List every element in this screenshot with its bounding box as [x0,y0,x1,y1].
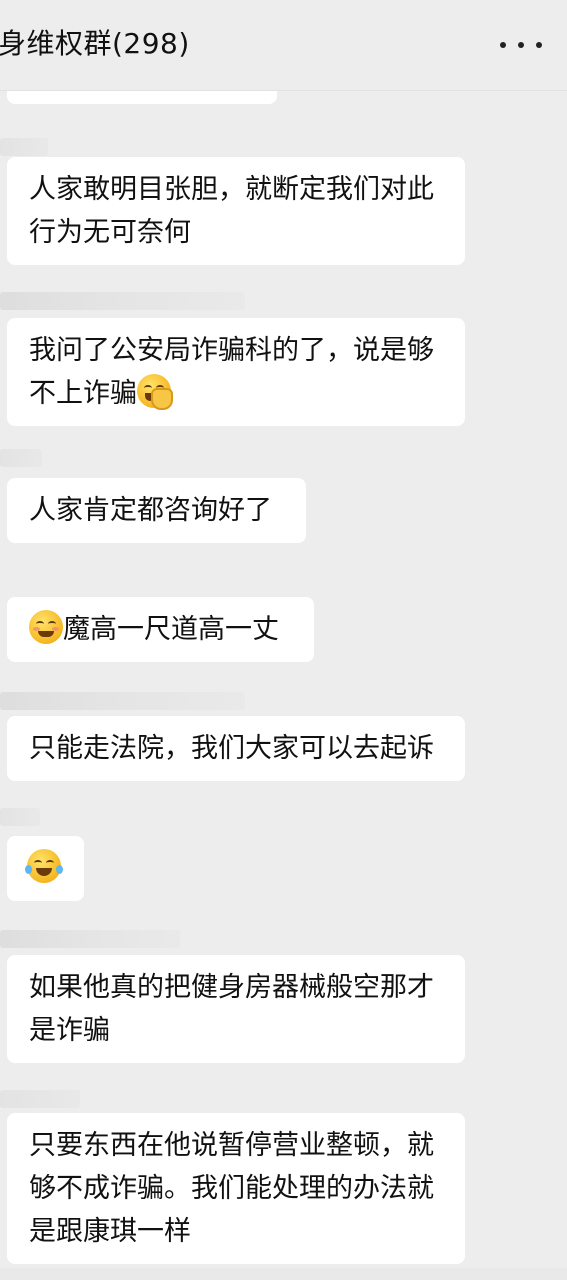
message-line: 行为无可奈何 [29,217,191,248]
message-line: 人家敢明目张胆，就断定我们对此 [29,174,434,205]
message-bubble[interactable]: 魔高一尺道高一丈 [7,597,314,662]
message-line: 够不成诈骗。我们能处理的办法就 [29,1173,434,1204]
message-line: 只能走法院，我们大家可以去起诉 [29,733,434,764]
sender-name-blurred [0,1090,80,1108]
sender-name-blurred [0,808,40,826]
emoji-line [25,847,66,890]
blushing-smile-emoji [29,610,63,644]
more-dots-icon[interactable] [500,30,542,60]
message-line: 魔高一尺道高一丈 [63,614,279,645]
sender-name-blurred [0,292,245,310]
message-line-with-emoji: 魔高一尺道高一丈 [29,608,294,651]
message-line: 是跟康琪一样 [29,1216,191,1247]
sender-name-blurred [0,692,245,710]
message-line: 是诈骗 [29,1015,110,1046]
message-line: 我问了公安局诈骗科的了，说是够 [29,335,434,366]
sender-name-blurred [0,138,48,156]
chat-title[interactable]: 身维权群(298) [0,22,190,62]
sender-name-blurred [0,930,180,948]
message-line: 人家肯定都咨询好了 [29,495,272,526]
message-bubble[interactable]: 如果他真的把健身房器械般空那才 是诈骗 [7,955,465,1063]
message-line: 如果他真的把健身房器械般空那才 [29,972,434,1003]
message-bubble-emoji[interactable] [7,836,84,901]
chat-header: 身维权群(298) [0,0,567,91]
dot [500,42,506,48]
dot [536,42,542,48]
message-bubble[interactable]: 我问了公安局诈骗科的了，说是够 不上诈骗 [7,318,465,426]
facepalm-emoji [137,374,173,410]
message-line: 不上诈骗 [29,378,137,409]
message-line: 只要东西在他说暂停营业整顿，就 [29,1130,434,1161]
message-bubble[interactable]: 只能走法院，我们大家可以去起诉 [7,716,465,781]
message-bubble[interactable]: 只要东西在他说暂停营业整顿，就 够不成诈骗。我们能处理的办法就 是跟康琪一样 [7,1113,465,1264]
tears-of-joy-emoji [25,849,63,883]
message-bubble[interactable]: 人家肯定都咨询好了 [7,478,306,543]
message-line-with-emoji: 不上诈骗 [29,372,445,415]
message-bubble[interactable]: 人家敢明目张胆，就断定我们对此 行为无可奈何 [7,157,465,265]
dot [518,42,524,48]
bottom-edge [0,1268,567,1280]
sender-name-blurred [0,449,42,467]
